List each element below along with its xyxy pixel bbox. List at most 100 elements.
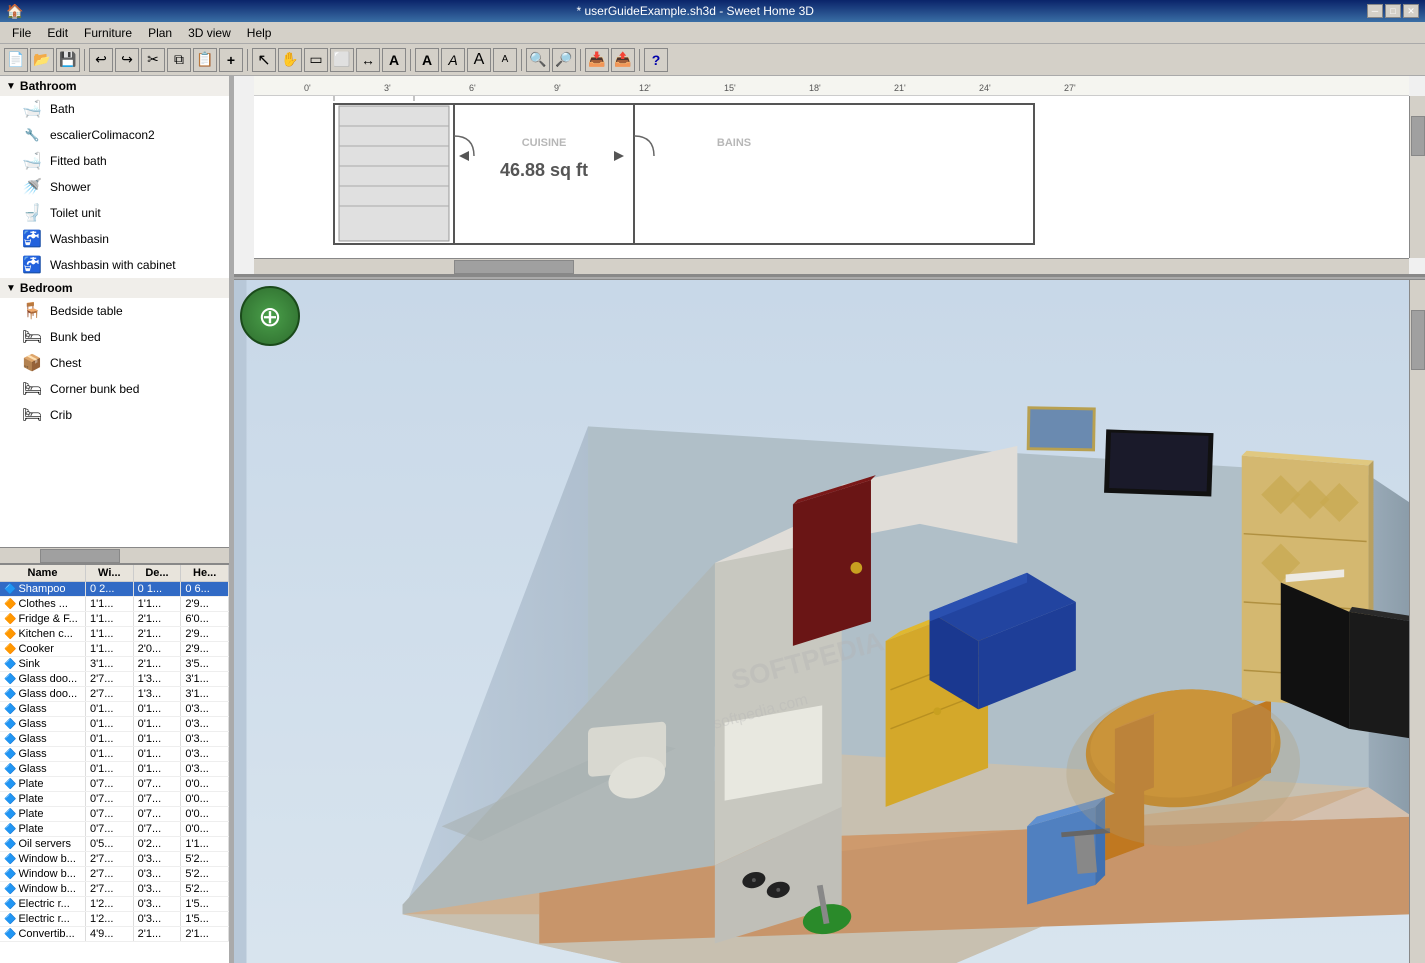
import-button[interactable]: 📥 — [585, 48, 609, 72]
maximize-button[interactable]: □ — [1385, 4, 1401, 18]
menu-edit[interactable]: Edit — [39, 24, 76, 42]
text-style-bold[interactable]: A — [415, 48, 439, 72]
table-row[interactable]: 🔶Cooker 1'1... 2'0... 2'9... — [0, 642, 229, 657]
plan-scrollbar-h[interactable] — [254, 258, 1409, 274]
table-row[interactable]: 🔷Window b... 2'7... 0'3... 5'2... — [0, 867, 229, 882]
table-row[interactable]: 🔷Sink 3'1... 2'1... 3'5... — [0, 657, 229, 672]
undo-button[interactable]: ↩ — [89, 48, 113, 72]
table-cell-depth: 1'1... — [133, 597, 181, 612]
furniture-item-washbasin-cabinet[interactable]: 🚰 Washbasin with cabinet — [0, 252, 229, 278]
table-row[interactable]: 🔷Plate 0'7... 0'7... 0'0... — [0, 807, 229, 822]
table-row[interactable]: 🔷Glass 0'1... 0'1... 0'3... — [0, 717, 229, 732]
menu-help[interactable]: Help — [239, 24, 280, 42]
new-button[interactable]: 📄 — [4, 48, 28, 72]
save-button[interactable]: 💾 — [56, 48, 80, 72]
table-row[interactable]: 🔷Electric r... 1'2... 0'3... 1'5... — [0, 897, 229, 912]
row-icon: 🔷 — [4, 704, 16, 715]
furniture-item-shower[interactable]: 🚿 Shower — [0, 174, 229, 200]
table-row[interactable]: 🔶Kitchen c... 1'1... 2'1... 2'9... — [0, 627, 229, 642]
furniture-item-escalier[interactable]: 🔧 escalierColimacon2 — [0, 122, 229, 148]
title-bar-title: * userGuideExample.sh3d - Sweet Home 3D — [23, 4, 1367, 18]
row-icon: 🔷 — [4, 869, 16, 880]
table-row[interactable]: 🔷Glass 0'1... 0'1... 0'3... — [0, 732, 229, 747]
text-size-smaller[interactable]: A — [493, 48, 517, 72]
add-furniture-button[interactable]: + — [219, 48, 243, 72]
create-walls-tool[interactable]: ▭ — [304, 48, 328, 72]
copy-button[interactable]: ⧉ — [167, 48, 191, 72]
redo-button[interactable]: ↪ — [115, 48, 139, 72]
table-row[interactable]: 🔷Shampoo 0 2... 0 1... 0 6... — [0, 582, 229, 597]
table-row[interactable]: 🔷Glass 0'1... 0'1... 0'3... — [0, 747, 229, 762]
sep1 — [84, 49, 85, 71]
menu-3dview[interactable]: 3D view — [180, 24, 239, 42]
view3d-scrollbar-v[interactable] — [1409, 280, 1425, 963]
table-cell-name: 🔷Glass — [0, 717, 85, 732]
help-button[interactable]: ? — [644, 48, 668, 72]
text-style-italic[interactable]: A — [441, 48, 465, 72]
table-row[interactable]: 🔶Fridge & F... 1'1... 2'1... 6'0... — [0, 612, 229, 627]
furniture-item-bath[interactable]: 🛁 Bath — [0, 96, 229, 122]
table-cell-depth: 0'1... — [133, 762, 181, 777]
pan-tool[interactable]: ✋ — [278, 48, 302, 72]
select-tool[interactable]: ↖ — [252, 48, 276, 72]
table-cell-width: 0'7... — [85, 822, 133, 837]
menu-file[interactable]: File — [4, 24, 39, 42]
navigation-widget[interactable]: ⊕ — [240, 286, 300, 346]
menu-plan[interactable]: Plan — [140, 24, 180, 42]
table-row[interactable]: 🔷Glass doo... 2'7... 1'3... 3'1... — [0, 672, 229, 687]
table-row[interactable]: 🔷Glass 0'1... 0'1... 0'3... — [0, 762, 229, 777]
table-row[interactable]: 🔷Electric r... 1'2... 0'3... 1'5... — [0, 912, 229, 927]
table-cell-depth: 0'1... — [133, 702, 181, 717]
table-container[interactable]: Name Wi... De... He... 🔷Shampoo 0 2... 0… — [0, 565, 229, 963]
furniture-scrollbar-h[interactable] — [0, 547, 229, 563]
row-icon: 🔷 — [4, 824, 16, 835]
table-cell-name: 🔷Glass doo... — [0, 672, 85, 687]
furniture-item-bunk[interactable]: 🛏 Bunk bed — [0, 324, 229, 350]
zoom-in-button[interactable]: 🔍 — [526, 48, 550, 72]
furniture-item-bedside[interactable]: 🪑 Bedside table — [0, 298, 229, 324]
table-row[interactable]: 🔶Clothes ... 1'1... 1'1... 2'9... — [0, 597, 229, 612]
table-cell-depth: 2'1... — [133, 627, 181, 642]
table-cell-name: 🔶Cooker — [0, 642, 85, 657]
table-row[interactable]: 🔷Convertib... 4'9... 2'1... 2'1... — [0, 927, 229, 942]
category-bedroom[interactable]: ▼ Bedroom — [0, 278, 229, 298]
create-dimensions-tool[interactable]: ↔ — [356, 48, 380, 72]
sep6 — [639, 49, 640, 71]
table-row[interactable]: 🔷Plate 0'7... 0'7... 0'0... — [0, 792, 229, 807]
col-depth: De... — [133, 565, 181, 582]
col-height: He... — [181, 565, 229, 582]
furniture-item-corner-bunk[interactable]: 🛏 Corner bunk bed — [0, 376, 229, 402]
furniture-item-chest[interactable]: 📦 Chest — [0, 350, 229, 376]
sep3 — [410, 49, 411, 71]
table-cell-depth: 0 1... — [133, 582, 181, 597]
furniture-item-fitted-bath[interactable]: 🛁 Fitted bath — [0, 148, 229, 174]
paste-button[interactable]: 📋 — [193, 48, 217, 72]
table-row[interactable]: 🔷Glass 0'1... 0'1... 0'3... — [0, 702, 229, 717]
menu-furniture[interactable]: Furniture — [76, 24, 140, 42]
category-bathroom[interactable]: ▼ Bathroom — [0, 76, 229, 96]
create-rooms-tool[interactable]: ⬜ — [330, 48, 354, 72]
table-cell-width: 0'1... — [85, 702, 133, 717]
table-cell-name: 🔷Glass — [0, 702, 85, 717]
furniture-item-crib[interactable]: 🛏 Crib — [0, 402, 229, 428]
close-button[interactable]: ✕ — [1403, 4, 1419, 18]
minimize-button[interactable]: ─ — [1367, 4, 1383, 18]
plan-scrollbar-v[interactable] — [1409, 96, 1425, 258]
furniture-item-washbasin[interactable]: 🚰 Washbasin — [0, 226, 229, 252]
open-button[interactable]: 📂 — [30, 48, 54, 72]
table-row[interactable]: 🔷Oil servers 0'5... 0'2... 1'1... — [0, 837, 229, 852]
plan-content[interactable]: CUISINE BAINS 46.88 sq ft — [254, 96, 1409, 274]
export-button[interactable]: 📤 — [611, 48, 635, 72]
table-row[interactable]: 🔷Window b... 2'7... 0'3... 5'2... — [0, 852, 229, 867]
table-cell-name: 🔷Window b... — [0, 867, 85, 882]
table-row[interactable]: 🔷Window b... 2'7... 0'3... 5'2... — [0, 882, 229, 897]
cut-button[interactable]: ✂ — [141, 48, 165, 72]
table-row[interactable]: 🔷Plate 0'7... 0'7... 0'0... — [0, 822, 229, 837]
zoom-out-button[interactable]: 🔎 — [552, 48, 576, 72]
create-text-tool[interactable]: A — [382, 48, 406, 72]
table-row[interactable]: 🔷Glass doo... 2'7... 1'3... 3'1... — [0, 687, 229, 702]
furniture-item-toilet[interactable]: 🚽 Toilet unit — [0, 200, 229, 226]
table-cell-name: 🔷Window b... — [0, 882, 85, 897]
table-row[interactable]: 🔷Plate 0'7... 0'7... 0'0... — [0, 777, 229, 792]
text-size-larger[interactable]: A — [467, 48, 491, 72]
